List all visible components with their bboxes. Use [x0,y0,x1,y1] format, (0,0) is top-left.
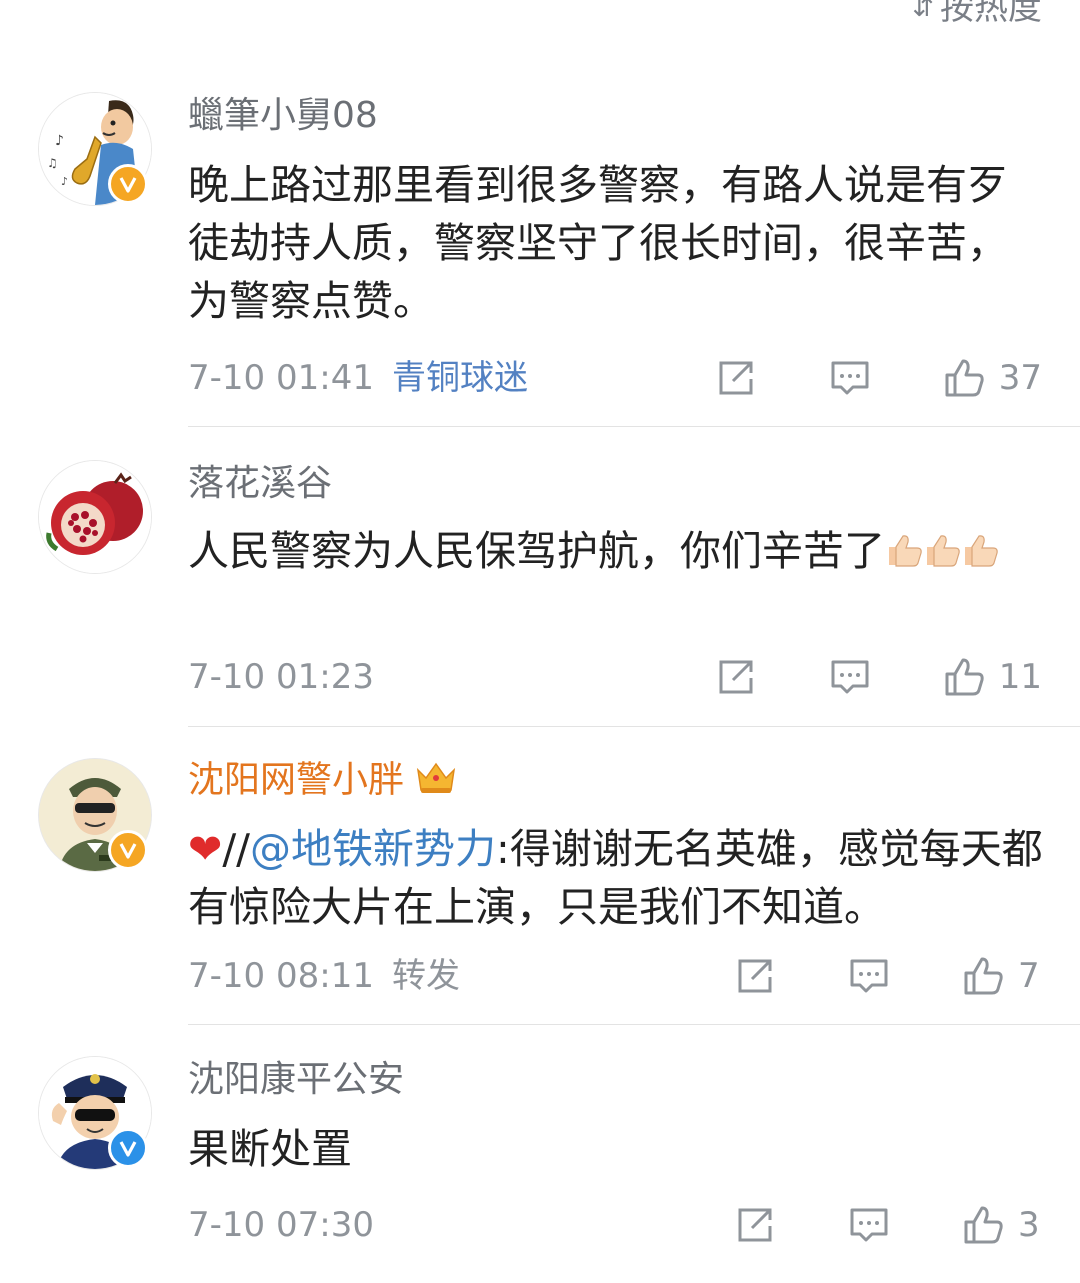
comment-actions: 11 [715,656,1042,698]
share-button[interactable] [715,656,757,698]
like-button[interactable]: 11 [943,656,1042,698]
username[interactable]: 沈阳康平公安 [188,1058,404,1102]
thumbs-up-emoji-icon [885,526,923,567]
verified-badge-icon [108,164,148,204]
username-text: 沈阳网警小胖 [188,759,405,801]
comment-meta: 7-10 01:23 [188,657,374,697]
comment-meta: 7-10 07:30 [188,1205,374,1245]
comment-icon [850,959,888,993]
comment-icon [831,361,869,395]
comment-text-body: 人民警察为人民保驾护航，你们辛苦了 [188,527,885,575]
sort-icon: ⇵ [912,0,934,23]
comment-actions: 3 [734,1204,1042,1246]
username[interactable]: 沈阳网警小胖 [188,756,458,807]
comment-text: ❤//@地铁新势力:得谢谢无名英雄，感觉每天都有惊险大片在上演，只是我们不知道。 [188,820,1044,936]
comment-icon [831,660,869,694]
thumbs-up-icon [964,1206,1003,1244]
like-count: 7 [1018,956,1040,996]
reply-button[interactable] [848,955,890,997]
thumbs-up-emoji-icon [923,526,961,567]
share-icon [719,660,753,694]
heart-icon: ❤ [188,825,223,873]
username[interactable]: 落花溪谷 [188,462,332,506]
comment-time: 7-10 08:11 [188,956,374,996]
source-label[interactable]: 转发 [392,956,460,996]
svg-text:♫: ♫ [47,156,58,170]
share-button[interactable] [734,955,776,997]
comment-actions: 37 [715,357,1042,399]
comment-time: 7-10 01:41 [188,358,374,398]
avatar[interactable] [38,460,152,574]
thumbs-up-icon [964,957,1003,995]
verified-badge-icon [108,830,148,870]
share-icon [738,1208,772,1242]
reply-button[interactable] [829,357,871,399]
reply-button[interactable] [848,1204,890,1246]
comment-list: ⇵ 按热度 ♪ ♫ ♪ 蠟筆小舅08 晚上路过那里看到很多警察，有路人说是有歹徒… [0,0,1080,1283]
sort-label: 按热度 [940,0,1042,28]
svg-text:♪: ♪ [61,175,68,188]
like-button[interactable]: 7 [962,955,1042,997]
share-button[interactable] [734,1204,776,1246]
comment-text: 果断处置 [188,1125,352,1173]
like-button[interactable]: 3 [962,1204,1042,1246]
share-icon [719,361,753,395]
thumbs-up-emoji-icon [961,526,999,567]
verified-badge-icon [108,1128,148,1168]
comment-meta: 7-10 01:41 青铜球迷 [188,358,528,398]
like-count: 3 [1018,1205,1040,1245]
mention-link[interactable]: @地铁新势力 [250,825,496,873]
comment-meta: 7-10 08:11 转发 [188,956,460,996]
repost-slashes: // [222,825,250,873]
divider [188,726,1080,727]
pomegranate-avatar-icon [39,461,151,573]
svg-text:♪: ♪ [55,133,64,149]
vip-crown-icon [414,756,458,807]
comment-text: 人民警察为人民保驾护航，你们辛苦了 [188,522,1044,580]
like-count: 37 [998,358,1042,398]
username[interactable]: 蠟筆小舅08 [188,94,378,138]
comment-time: 7-10 01:23 [188,657,374,697]
like-button[interactable]: 37 [943,357,1042,399]
comment-icon [850,1208,888,1242]
divider [188,1024,1080,1025]
comment-actions: 7 [734,955,1042,997]
thumbs-up-icon [945,359,984,397]
divider [188,426,1080,427]
share-icon [738,959,772,993]
reply-button[interactable] [829,656,871,698]
source-link[interactable]: 青铜球迷 [392,358,528,398]
comment-text: 晚上路过那里看到很多警察，有路人说是有歹徒劫持人质，警察坚守了很长时间，很辛苦，… [188,161,1008,325]
comment-time: 7-10 07:30 [188,1205,374,1245]
like-count: 11 [998,657,1042,697]
thumbs-up-icon [945,658,984,696]
sort-by-hot-button[interactable]: ⇵ 按热度 [912,0,1042,28]
share-button[interactable] [715,357,757,399]
